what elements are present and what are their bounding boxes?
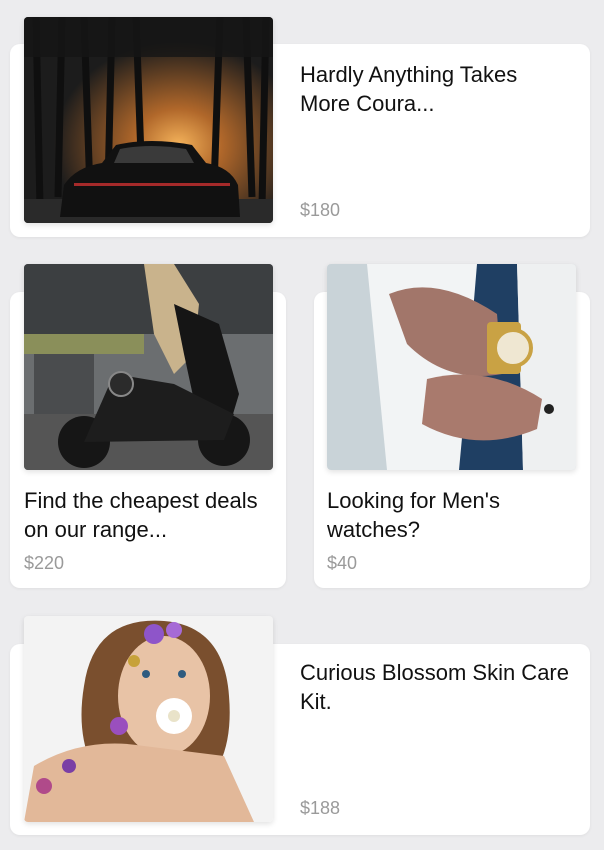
product-image-motorcycle[interactable] bbox=[24, 264, 273, 470]
product-title[interactable]: Hardly Anything Takes More Coura... bbox=[300, 60, 570, 118]
product-image-watch[interactable] bbox=[327, 264, 576, 470]
product-title[interactable]: Looking for Men's watches? bbox=[327, 486, 577, 544]
product-image-skincare[interactable] bbox=[24, 616, 273, 822]
product-title[interactable]: Find the cheapest deals on our range... bbox=[24, 486, 274, 544]
product-title[interactable]: Curious Blossom Skin Care Kit. bbox=[300, 658, 570, 716]
product-image-car[interactable] bbox=[24, 17, 273, 223]
product-price: $40 bbox=[327, 553, 358, 573]
product-price: $220 bbox=[24, 553, 65, 573]
product-price: $180 bbox=[300, 200, 341, 220]
product-price: $188 bbox=[300, 798, 341, 818]
